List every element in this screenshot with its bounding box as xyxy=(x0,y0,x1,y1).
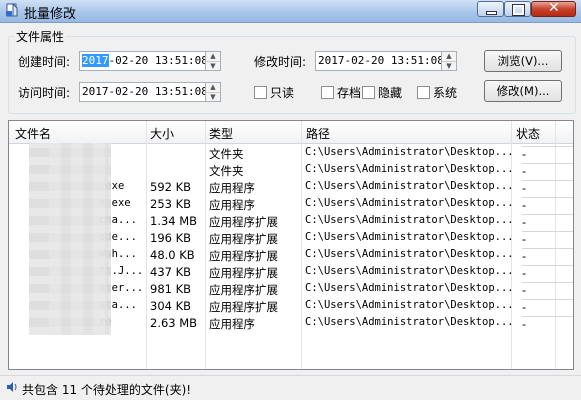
hidden-label: 隐藏 xyxy=(378,86,403,100)
cell-path: C:\Users\Administrator\Desktop... xyxy=(305,163,514,175)
checkbox-box[interactable] xyxy=(254,86,267,99)
created-time-rest: -02-20 13:51:08 xyxy=(108,54,208,67)
cell-size: 48.0 KB xyxy=(150,248,195,262)
column-header-path[interactable]: 路径 xyxy=(306,125,330,142)
cell-path: C:\Users\Administrator\Desktop... xyxy=(305,180,514,192)
checkbox-box[interactable] xyxy=(417,86,430,99)
cell-path: C:\Users\Administrator\Desktop... xyxy=(305,265,514,277)
archive-checkbox[interactable]: 存档 xyxy=(321,84,361,101)
cell-type: 应用程序 xyxy=(209,181,255,195)
column-header-type[interactable]: 类型 xyxy=(209,125,233,142)
checkbox-box[interactable] xyxy=(362,86,375,99)
file-properties-group xyxy=(8,36,576,114)
hidden-checkbox[interactable]: 隐藏 xyxy=(362,84,402,101)
created-time-label: 创建时间: xyxy=(18,55,71,69)
created-time-input[interactable]: 2017-02-20 13:51:08 xyxy=(79,51,219,71)
close-icon: ✕ xyxy=(548,0,560,16)
spin-up-icon[interactable]: ▲ xyxy=(442,52,456,62)
cell-path: C:\Users\Administrator\Desktop... xyxy=(305,248,514,260)
window-title: 批量修改 xyxy=(24,7,77,22)
readonly-checkbox[interactable]: 只读 xyxy=(254,84,294,101)
cell-type: 应用程序扩展 xyxy=(209,215,278,229)
system-checkbox[interactable]: 系统 xyxy=(417,84,457,101)
spin-down-icon[interactable]: ▼ xyxy=(442,62,456,71)
spin-down-icon[interactable]: ▼ xyxy=(206,93,220,102)
cell-path: C:\Users\Administrator\Desktop... xyxy=(305,231,514,243)
cell-path: C:\Users\Administrator\Desktop... xyxy=(305,299,514,311)
app-icon xyxy=(6,2,18,17)
cell-size: 253 KB xyxy=(150,197,192,211)
cell-path: C:\Users\Administrator\Desktop... xyxy=(305,146,514,158)
cell-path: C:\Users\Administrator\Desktop... xyxy=(305,197,514,209)
list-header: 文件名 大小 类型 路径 状态 xyxy=(9,121,573,144)
column-header-status[interactable]: 状态 xyxy=(516,125,540,142)
modified-time-spinner[interactable]: ▲ ▼ xyxy=(441,51,457,71)
cell-path: C:\Users\Administrator\Desktop... xyxy=(305,214,514,226)
spin-up-icon[interactable]: ▲ xyxy=(206,83,220,93)
cell-size: 592 KB xyxy=(150,180,192,194)
cell-type: 应用程序扩展 xyxy=(209,249,278,263)
archive-label: 存档 xyxy=(337,86,362,100)
cell-size: 981 KB xyxy=(150,282,192,296)
maximize-button[interactable] xyxy=(504,1,531,17)
cell-size: 2.63 MB xyxy=(150,316,198,330)
modified-time-label: 修改时间: xyxy=(254,55,307,69)
file-list[interactable]: 文件名 大小 类型 路径 状态 文件夹 C:\Users\Administrato… xyxy=(8,120,574,370)
status-bar: 共包含 11 个待处理的文件(夹)! xyxy=(0,375,581,400)
close-button[interactable]: ✕ xyxy=(531,0,576,17)
system-label: 系统 xyxy=(433,86,458,100)
cell-type: 应用程序扩展 xyxy=(209,266,278,280)
cell-size: 304 KB xyxy=(150,299,192,313)
cell-type: 文件夹 xyxy=(209,164,244,178)
cell-type: 应用程序 xyxy=(209,317,255,331)
cell-size: 1.34 MB xyxy=(150,214,198,228)
minimize-button[interactable] xyxy=(477,1,504,17)
spin-down-icon[interactable]: ▼ xyxy=(206,62,220,71)
column-header-name[interactable]: 文件名 xyxy=(15,125,51,142)
cell-status: - xyxy=(522,316,573,341)
spin-up-icon[interactable]: ▲ xyxy=(206,52,220,62)
created-time-spinner[interactable]: ▲ ▼ xyxy=(205,51,221,71)
cell-type: 文件夹 xyxy=(209,147,244,161)
status-text: 共包含 11 个待处理的文件(夹)! xyxy=(22,383,192,397)
cell-type: 应用程序扩展 xyxy=(209,232,278,246)
title-bar: 批量修改 ✕ xyxy=(0,0,581,23)
accessed-time-input[interactable]: 2017-02-20 13:51:08 xyxy=(79,82,219,102)
column-header-size[interactable]: 大小 xyxy=(150,125,174,142)
created-year-selection: 2017 xyxy=(82,54,109,67)
speaker-icon xyxy=(7,382,17,392)
redacted-filenames-overlay xyxy=(49,143,109,335)
cell-path: C:\Users\Administrator\Desktop... xyxy=(305,282,514,294)
cell-path: C:\Users\Administrator\Desktop... xyxy=(305,316,514,328)
cell-type: 应用程序扩展 xyxy=(209,300,278,314)
modified-time-input[interactable]: 2017-02-20 13:51:08 xyxy=(315,51,455,71)
group-label: 文件属性 xyxy=(14,28,67,45)
readonly-label: 只读 xyxy=(270,86,295,100)
accessed-time-label: 访问时间: xyxy=(18,86,71,100)
cell-size: 437 KB xyxy=(150,265,192,279)
cell-type: 应用程序 xyxy=(209,198,255,212)
checkbox-box[interactable] xyxy=(321,86,334,99)
cell-size: 196 KB xyxy=(150,231,192,245)
cell-type: 应用程序扩展 xyxy=(209,283,278,297)
browse-button[interactable]: 浏览(V)... xyxy=(484,50,562,72)
accessed-time-spinner[interactable]: ▲ ▼ xyxy=(205,82,221,102)
modify-button[interactable]: 修改(M)... xyxy=(484,80,562,102)
